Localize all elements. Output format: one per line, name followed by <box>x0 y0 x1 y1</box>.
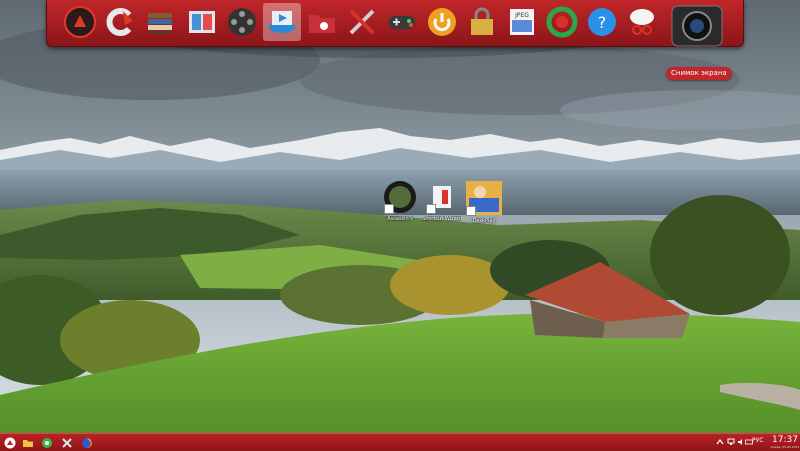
volume-icon[interactable] <box>737 438 745 446</box>
clock-date: Среда, 05.05.2017 <box>770 445 800 449</box>
language-indicator[interactable]: РУС <box>752 437 763 444</box>
folder-icon[interactable] <box>303 3 341 41</box>
file-explorer-icon[interactable] <box>21 436 34 449</box>
desktop-icon-game[interactable]: Assassin's <box>380 180 420 222</box>
desktop-icon-label: DeskPlay <box>472 218 496 224</box>
library-books-icon[interactable] <box>141 3 179 41</box>
snipping-tool-icon[interactable] <box>623 3 661 41</box>
app-dock: JPEG ? <box>46 0 744 47</box>
app-green-icon[interactable] <box>40 436 53 449</box>
desktop-icon-image[interactable]: DeskPlay <box>464 180 504 224</box>
start-button[interactable] <box>3 436 16 449</box>
recycle-icon[interactable] <box>543 3 581 41</box>
svg-text:JPEG: JPEG <box>514 12 529 19</box>
media-player-icon[interactable] <box>263 3 301 41</box>
desktop-icon-label: Shortcut Wizard <box>422 216 462 222</box>
dock-tooltip: Снимок экрана <box>666 67 732 80</box>
taskbar: РУС 17:37 Среда, 05.05.2017 <box>0 433 800 451</box>
shortcut-arrow-icon <box>426 204 436 214</box>
advanced-systemcare-icon[interactable] <box>61 3 99 41</box>
network-icon[interactable] <box>727 438 735 446</box>
chevron-up-icon[interactable] <box>716 438 724 446</box>
svg-text:?: ? <box>598 13 607 32</box>
shortcut-arrow-icon <box>384 204 394 214</box>
ccleaner-icon[interactable] <box>101 3 139 41</box>
shortcut-arrow-icon <box>466 206 476 216</box>
jpeg-icon[interactable]: JPEG <box>503 3 541 41</box>
tools-icon[interactable] <box>343 3 381 41</box>
start-icon <box>4 437 15 448</box>
help-icon[interactable]: ? <box>583 3 621 41</box>
security-lock-icon[interactable] <box>463 3 501 41</box>
app-x-icon[interactable] <box>60 436 73 449</box>
film-reel-icon[interactable] <box>223 3 261 41</box>
gamepad-icon[interactable] <box>383 3 421 41</box>
clock-time: 17:37 <box>772 435 798 445</box>
windows-update-icon[interactable] <box>183 3 221 41</box>
screenshot-camera-icon[interactable] <box>669 1 725 51</box>
desktop-icon-app[interactable]: Shortcut Wizard <box>422 180 462 222</box>
power-icon[interactable] <box>423 3 461 41</box>
taskbar-clock[interactable]: 17:37 Среда, 05.05.2017 <box>770 435 800 449</box>
firefox-icon[interactable] <box>80 436 93 449</box>
desktop-icon-label: Assassin's <box>387 216 413 222</box>
